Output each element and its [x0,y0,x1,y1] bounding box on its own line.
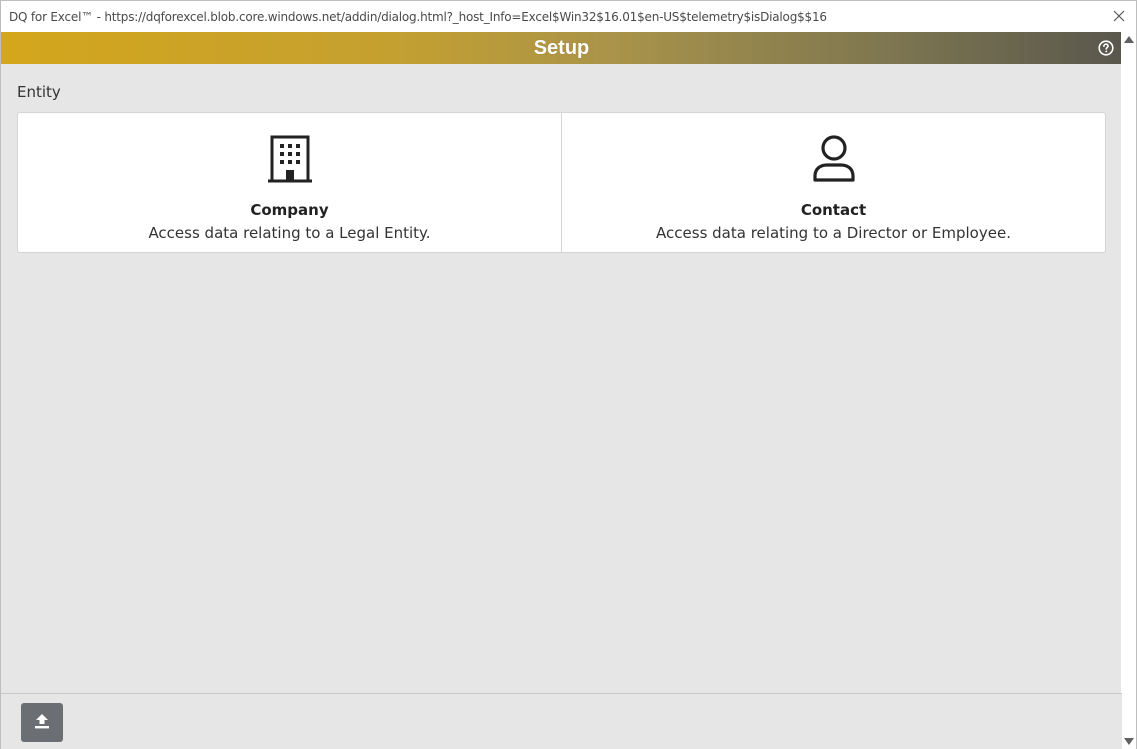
close-icon[interactable] [1110,7,1128,25]
dialog-window: DQ for Excel™ - https://dqforexcel.blob.… [0,0,1137,749]
company-option[interactable]: Company Access data relating to a Legal … [18,113,561,252]
entity-options: Company Access data relating to a Legal … [17,112,1106,253]
vertical-scrollbar[interactable] [1121,32,1136,749]
title-bar: DQ for Excel™ - https://dqforexcel.blob.… [1,1,1136,32]
setup-header: Setup [1,32,1122,64]
building-icon [266,134,314,184]
company-title: Company [250,201,329,219]
entity-label: Entity [17,83,61,101]
footer-bar [1,693,1122,749]
contact-option[interactable]: Contact Access data relating to a Direct… [561,113,1105,252]
company-description: Access data relating to a Legal Entity. [148,224,431,242]
main-content: Entity Company Access data relating to a… [1,64,1122,693]
upload-icon [33,712,51,734]
contact-title: Contact [800,201,867,219]
person-icon [810,134,858,184]
scroll-up-arrow-icon[interactable] [1124,36,1134,43]
contact-description: Access data relating to a Director or Em… [656,224,1011,242]
upload-button[interactable] [21,703,63,742]
help-icon[interactable] [1098,40,1114,56]
scroll-down-arrow-icon[interactable] [1124,738,1134,745]
page-title: Setup [533,36,590,59]
window-title: DQ for Excel™ - https://dqforexcel.blob.… [9,9,827,24]
